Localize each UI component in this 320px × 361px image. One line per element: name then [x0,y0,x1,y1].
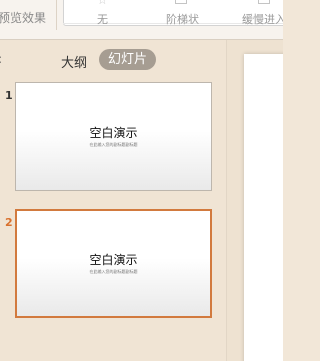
slide-title: 空白演示 [89,253,138,267]
slide-number: 1 [5,89,13,102]
presentation-app: 预览效果 ☆ 无 阶梯状 缓慢进入 : 大纲 幻灯片 1 空白演示 在此输入您的… [0,0,283,361]
slide-thumbnail-2[interactable]: 空白演示 在此输入您的副标题副标题 [15,209,212,318]
stairs-icon [175,0,187,4]
preview-effect-button[interactable]: 预览效果 [0,9,46,26]
ribbon-toolbar: 预览效果 ☆ 无 阶梯状 缓慢进入 [0,0,283,40]
tab-slides[interactable]: 幻灯片 [99,49,156,70]
slide-number: 2 [5,216,13,229]
fade-in-icon [258,0,270,4]
ribbon-divider [56,0,57,30]
slide-thumbnail-1[interactable]: 空白演示 在此输入您的副标题副标题 [15,82,212,191]
transition-stairs[interactable]: 阶梯状 [166,11,199,27]
star-icon: ☆ [97,0,108,7]
slide-edit-area[interactable] [244,54,283,361]
pane-tab-prefix: : [0,52,2,66]
slide-title: 空白演示 [89,126,138,140]
slide-subtitle: 在此输入您的副标题副标题 [89,269,138,274]
transition-none[interactable]: 无 [97,11,108,27]
slide-subtitle: 在此输入您的副标题副标题 [89,142,138,147]
transition-fade-in[interactable]: 缓慢进入 [242,11,283,27]
tab-outline[interactable]: 大纲 [61,52,87,71]
